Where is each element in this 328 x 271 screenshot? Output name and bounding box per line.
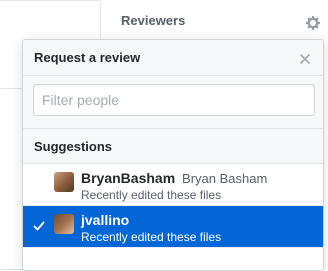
check-icon — [33, 219, 45, 231]
suggestion-login: jvallino — [81, 212, 130, 228]
avatar — [54, 214, 74, 234]
suggestion-login: BryanBasham — [81, 170, 176, 186]
gear-icon[interactable] — [305, 15, 321, 31]
suggestion-name: BryanBasham Bryan Basham — [81, 170, 267, 186]
suggestion-description: Recently edited these files — [81, 230, 222, 244]
suggestion-full-name: Bryan Basham — [182, 171, 268, 186]
reviewers-heading: Reviewers — [121, 13, 186, 28]
close-icon[interactable] — [299, 52, 311, 64]
suggestion-description: Recently edited these files — [81, 188, 222, 202]
suggestions-header: Suggestions — [23, 129, 323, 164]
popover-title: Request a review — [34, 50, 141, 65]
request-review-popover: Request a review Suggestions BryanBasham… — [22, 39, 324, 271]
suggestion-item-jvallino[interactable]: jvallino Recently edited these files — [23, 206, 323, 248]
avatar — [54, 172, 74, 192]
suggestions-label: Suggestions — [34, 139, 113, 154]
filter-people-input[interactable] — [33, 84, 315, 116]
suggestion-item-bryanbasham[interactable]: BryanBasham Bryan Basham Recently edited… — [23, 164, 323, 206]
suggestion-name: jvallino — [81, 212, 129, 228]
popover-header: Request a review — [23, 40, 323, 76]
filter-section — [23, 76, 323, 129]
